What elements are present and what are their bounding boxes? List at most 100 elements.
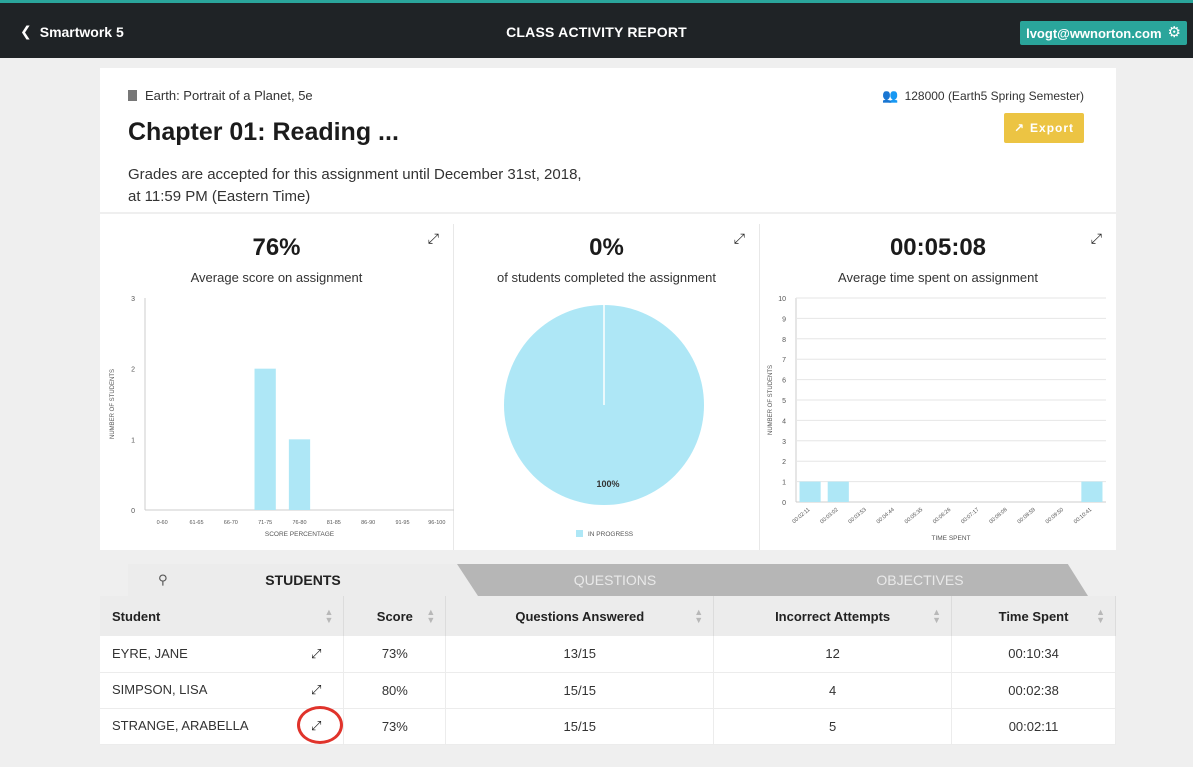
x-tick-label: 00:06:26 xyxy=(932,507,952,525)
y-tick-label: 0 xyxy=(131,508,135,515)
score-cell: 73% xyxy=(343,636,447,673)
bar xyxy=(254,368,276,510)
legend-swatch xyxy=(576,530,583,537)
time-cell: 00:02:11 xyxy=(951,708,1116,745)
expand-icon[interactable]: ⤢ xyxy=(296,706,343,744)
column-header-score[interactable]: Score ▲ ▼ xyxy=(343,596,447,636)
y-tick-label: 3 xyxy=(131,296,135,303)
x-tick-label: 00:07:17 xyxy=(960,507,980,525)
x-tick-label: 86-90 xyxy=(361,520,375,526)
column-header-questions-answered[interactable]: Questions Answered ▲ ▼ xyxy=(445,596,715,636)
column-header-incorrect-attempts[interactable]: Incorrect Attempts ▲ ▼ xyxy=(713,596,953,636)
x-tick-label: 00:03:02 xyxy=(819,507,839,525)
tab-students[interactable]: ⚲ STUDENTS xyxy=(128,564,478,596)
x-tick-label: 00:08:08 xyxy=(988,507,1008,525)
grades-note: Grades are accepted for this assignment … xyxy=(128,166,582,205)
tab-objectives-label: OBJECTIVES xyxy=(876,572,964,588)
x-axis-label: SCORE PERCENTAGE xyxy=(265,531,335,538)
column-header-student[interactable]: Student ▲ ▼ xyxy=(100,596,345,636)
search-icon[interactable]: ⚲ xyxy=(158,572,168,588)
bar xyxy=(1081,481,1103,502)
incorrect-cell: 12 xyxy=(713,636,953,673)
tab-students-label: STUDENTS xyxy=(265,572,341,588)
time-panel: 00:05:08 Average time spent on assignmen… xyxy=(760,224,1116,550)
y-tick-label: 6 xyxy=(782,378,786,385)
x-tick-label: 00:03:53 xyxy=(847,507,867,525)
student-cell: EYRE, JANE ⤢ xyxy=(100,636,345,673)
y-tick-label: 2 xyxy=(782,459,786,466)
user-email: lvogt@wwnorton.com xyxy=(1026,25,1162,41)
table-row: EYRE, JANE ⤢ 73% 13/15 12 00:10:34 xyxy=(100,636,1116,673)
x-tick-label: 00:08:59 xyxy=(1017,507,1037,525)
y-tick-label: 7 xyxy=(782,357,786,364)
answered-cell: 15/15 xyxy=(445,708,715,745)
y-tick-label: 5 xyxy=(782,398,786,405)
highlight-circle xyxy=(296,706,343,744)
sort-icon: ▲ ▼ xyxy=(426,607,436,625)
student-cell: SIMPSON, LISA ⤢ xyxy=(100,672,345,709)
score-cell: 73% xyxy=(343,708,447,745)
table-header-row: Student ▲ ▼ Score ▲ ▼ Questions Answered ▲ ▼ I… xyxy=(100,596,1116,636)
completion-panel: 0% of students completed the assignment … xyxy=(454,224,760,550)
y-tick-label: 2 xyxy=(131,367,135,374)
class-label: 128000 (Earth5 Spring Semester) xyxy=(904,89,1084,103)
tab-questions-label: QUESTIONS xyxy=(573,572,657,588)
bar xyxy=(827,481,849,502)
x-tick-label: 61-65 xyxy=(189,520,203,526)
y-tick-label: 9 xyxy=(782,316,786,323)
bar xyxy=(799,481,821,502)
tab-questions[interactable]: QUESTIONS xyxy=(450,564,780,596)
book-line: Earth: Portrait of a Planet, 5e xyxy=(128,88,313,103)
sort-icon: ▲ ▼ xyxy=(694,607,704,625)
export-button[interactable]: ↗ Export xyxy=(1004,113,1084,143)
score-cell: 80% xyxy=(343,672,447,709)
export-icon: ↗ xyxy=(1013,121,1026,135)
sort-icon: ▲ ▼ xyxy=(932,607,942,625)
table-row: SIMPSON, LISA ⤢ 80% 15/15 4 00:02:38 xyxy=(100,672,1116,709)
y-tick-label: 10 xyxy=(778,296,786,303)
y-tick-label: 1 xyxy=(782,480,786,487)
x-tick-label: 81-85 xyxy=(327,520,341,526)
stats-area: 76% Average score on assignment ⤢ 0 1 2 3 0-… xyxy=(100,214,1116,550)
x-tick-label: 00:10:41 xyxy=(1073,507,1093,525)
user-menu-button[interactable]: lvogt@wwnorton.com ⚙ xyxy=(1020,21,1187,45)
book-title: Earth: Portrait of a Planet, 5e xyxy=(145,88,313,103)
report-tabs: QUESTIONS OBJECTIVES ⚲ STUDENTS xyxy=(100,556,1116,596)
top-bar: ❮ Smartwork 5 CLASS ACTIVITY REPORT lvog… xyxy=(0,0,1193,58)
gear-icon: ⚙ xyxy=(1167,24,1181,41)
sort-icon: ▲ ▼ xyxy=(1096,607,1105,625)
expand-icon[interactable]: ⤢ xyxy=(311,646,321,662)
pie-data-label: 100% xyxy=(596,479,619,489)
score-chart: 0 1 2 3 0-60 61-65 66-70 71-75 76-80 81-85 86-90 91… xyxy=(110,296,454,538)
tab-objectives[interactable]: OBJECTIVES xyxy=(752,564,1088,596)
time-cell: 00:02:38 xyxy=(951,672,1116,709)
student-cell: STRANGE, ARABELLA ⤢ xyxy=(100,706,345,745)
x-tick-label: 00:05:35 xyxy=(904,507,924,525)
answered-cell: 13/15 xyxy=(445,636,715,673)
y-axis-label: NUMBER OF STUDENTS xyxy=(768,365,774,435)
x-tick-label: 96-100 xyxy=(428,520,445,526)
score-panel: 76% Average score on assignment ⤢ 0 1 2 3 0-… xyxy=(100,224,454,550)
completion-chart: 100% IN PROGRESS xyxy=(504,305,704,538)
legend-label: IN PROGRESS xyxy=(588,531,634,538)
bar xyxy=(288,439,311,510)
y-tick-label: 1 xyxy=(131,437,135,444)
x-tick-label: 00:02:11 xyxy=(791,507,811,525)
export-label: Export xyxy=(1030,121,1075,135)
class-info: 👥 128000 (Earth5 Spring Semester) xyxy=(882,88,1084,104)
column-header-time-spent[interactable]: Time Spent ▲ ▼ xyxy=(951,596,1116,636)
x-tick-label: 0-60 xyxy=(157,520,168,526)
x-tick-label: 66-70 xyxy=(224,520,238,526)
students-table: Student ▲ ▼ Score ▲ ▼ Questions Answered ▲ ▼ I… xyxy=(100,596,1116,745)
x-tick-label: 91-95 xyxy=(395,520,409,526)
answered-cell: 15/15 xyxy=(445,672,715,709)
expand-icon[interactable]: ⤢ xyxy=(311,682,321,698)
chapter-title: Chapter 01: Reading ... xyxy=(128,118,399,146)
page-title: CLASS ACTIVITY REPORT xyxy=(506,24,687,40)
x-tick-label: 00:09:50 xyxy=(1045,507,1065,525)
x-tick-label: 00:04:44 xyxy=(876,507,896,525)
sort-icon: ▲ ▼ xyxy=(324,607,334,625)
time-chart: 0 1 2 3 4 5 6 7 8 9 10 00:02:11 00:03:02 00:03:53 00:0… xyxy=(768,296,1106,542)
y-tick-label: 3 xyxy=(782,439,786,446)
assignment-header: Earth: Portrait of a Planet, 5e Chapter … xyxy=(100,68,1116,212)
